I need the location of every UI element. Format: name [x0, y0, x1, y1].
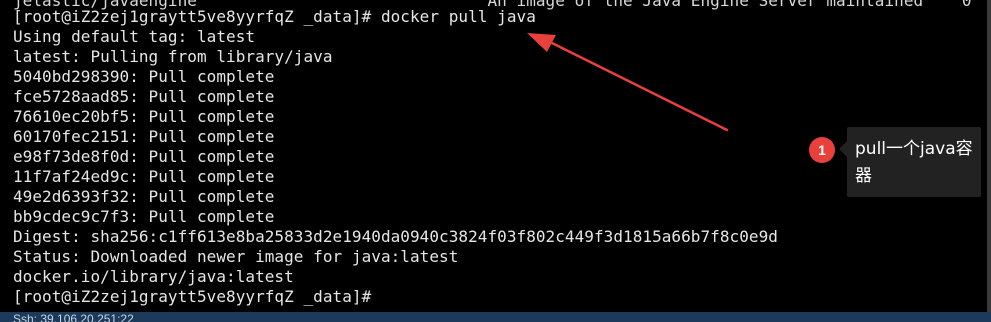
terminal-line-status: Status: Downloaded newer image for java:… [13, 247, 459, 266]
terminal-line: 5040bd298390: Pull complete [13, 67, 275, 86]
terminal-window[interactable]: jelastic/javaengine An image of the Java… [0, 0, 991, 322]
terminal-line: 60170fec2151: Pull complete [13, 127, 275, 146]
arrow-head-icon [527, 33, 556, 52]
annotation-tooltip-text: pull一个java容器 [855, 139, 973, 186]
terminal-line: e98f73de8f0d: Pull complete [13, 147, 275, 166]
terminal-line: latest: Pulling from library/java [13, 47, 333, 66]
terminal-line: 49e2d6393f32: Pull complete [13, 187, 275, 206]
terminal-line-digest: Digest: sha256:c1ff613e8ba25833d2e1940da… [13, 227, 778, 246]
annotation-badge: 1 [809, 137, 835, 163]
terminal-line-command: [root@iZ2zej1graytt5ve8yyrfqZ _data]# do… [13, 7, 536, 26]
tooltip-pointer-icon [839, 141, 847, 157]
scrollbar[interactable] [987, 0, 991, 312]
terminal-prompt[interactable]: [root@iZ2zej1graytt5ve8yyrfqZ _data]# [13, 287, 380, 307]
annotation-tooltip: pull一个java容器 [847, 127, 981, 197]
terminal-cursor [371, 289, 380, 306]
terminal-line: fce5728aad85: Pull complete [13, 87, 275, 106]
terminal-line: docker.io/library/java:latest [13, 267, 294, 286]
terminal-line: 11f7af24ed9c: Pull complete [13, 167, 275, 186]
terminal-line: 76610ec20bf5: Pull complete [13, 107, 275, 126]
status-bar-text: Ssh: 39.106.20.251:22 [13, 312, 134, 322]
status-bar [0, 312, 991, 322]
arrow-shaft [550, 41, 729, 132]
terminal-line: bb9cdec9c7f3: Pull complete [13, 207, 275, 226]
terminal-prompt-text: [root@iZ2zej1graytt5ve8yyrfqZ _data]# [13, 287, 372, 306]
terminal-line: Using default tag: latest [13, 27, 256, 46]
